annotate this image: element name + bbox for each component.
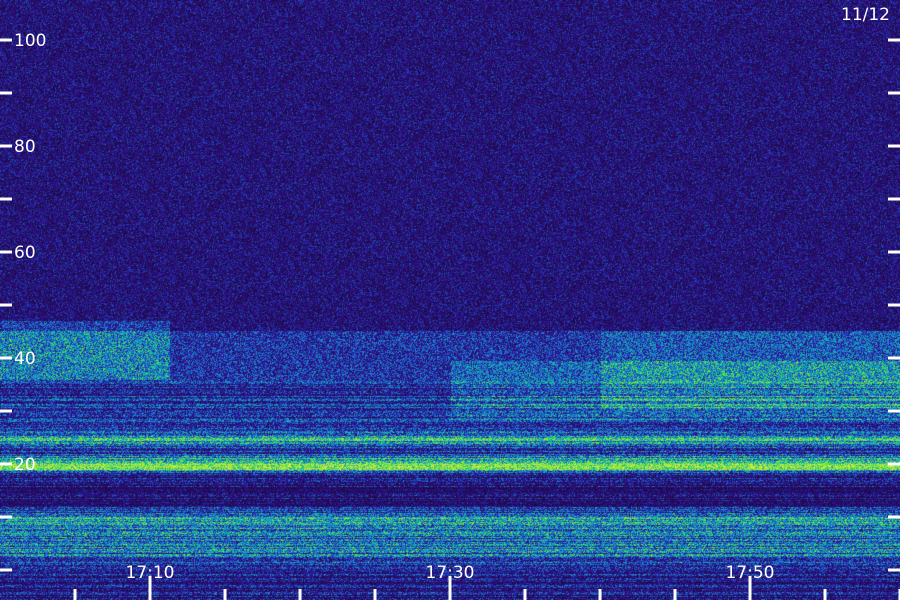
y-tick-label-100: 100 [14,31,46,51]
x-tick-label-17:50: 17:50 [726,563,775,583]
date-label: 11/12 [841,5,890,25]
x-tick-label-17:10: 17:10 [126,563,175,583]
x-tick-label-17:30: 17:30 [426,563,475,583]
y-tick-label-80: 80 [14,137,36,157]
y-tick-label-40: 40 [14,349,36,369]
chart-axes: 100 80 60 40 20 17:10 17:30 17:50 [0,31,900,600]
y-tick-label-60: 60 [14,243,36,263]
spectrogram-panel: 100 80 60 40 20 17:10 17:30 17:50 11/12 [0,0,900,600]
y-tick-label-20: 20 [14,455,36,475]
